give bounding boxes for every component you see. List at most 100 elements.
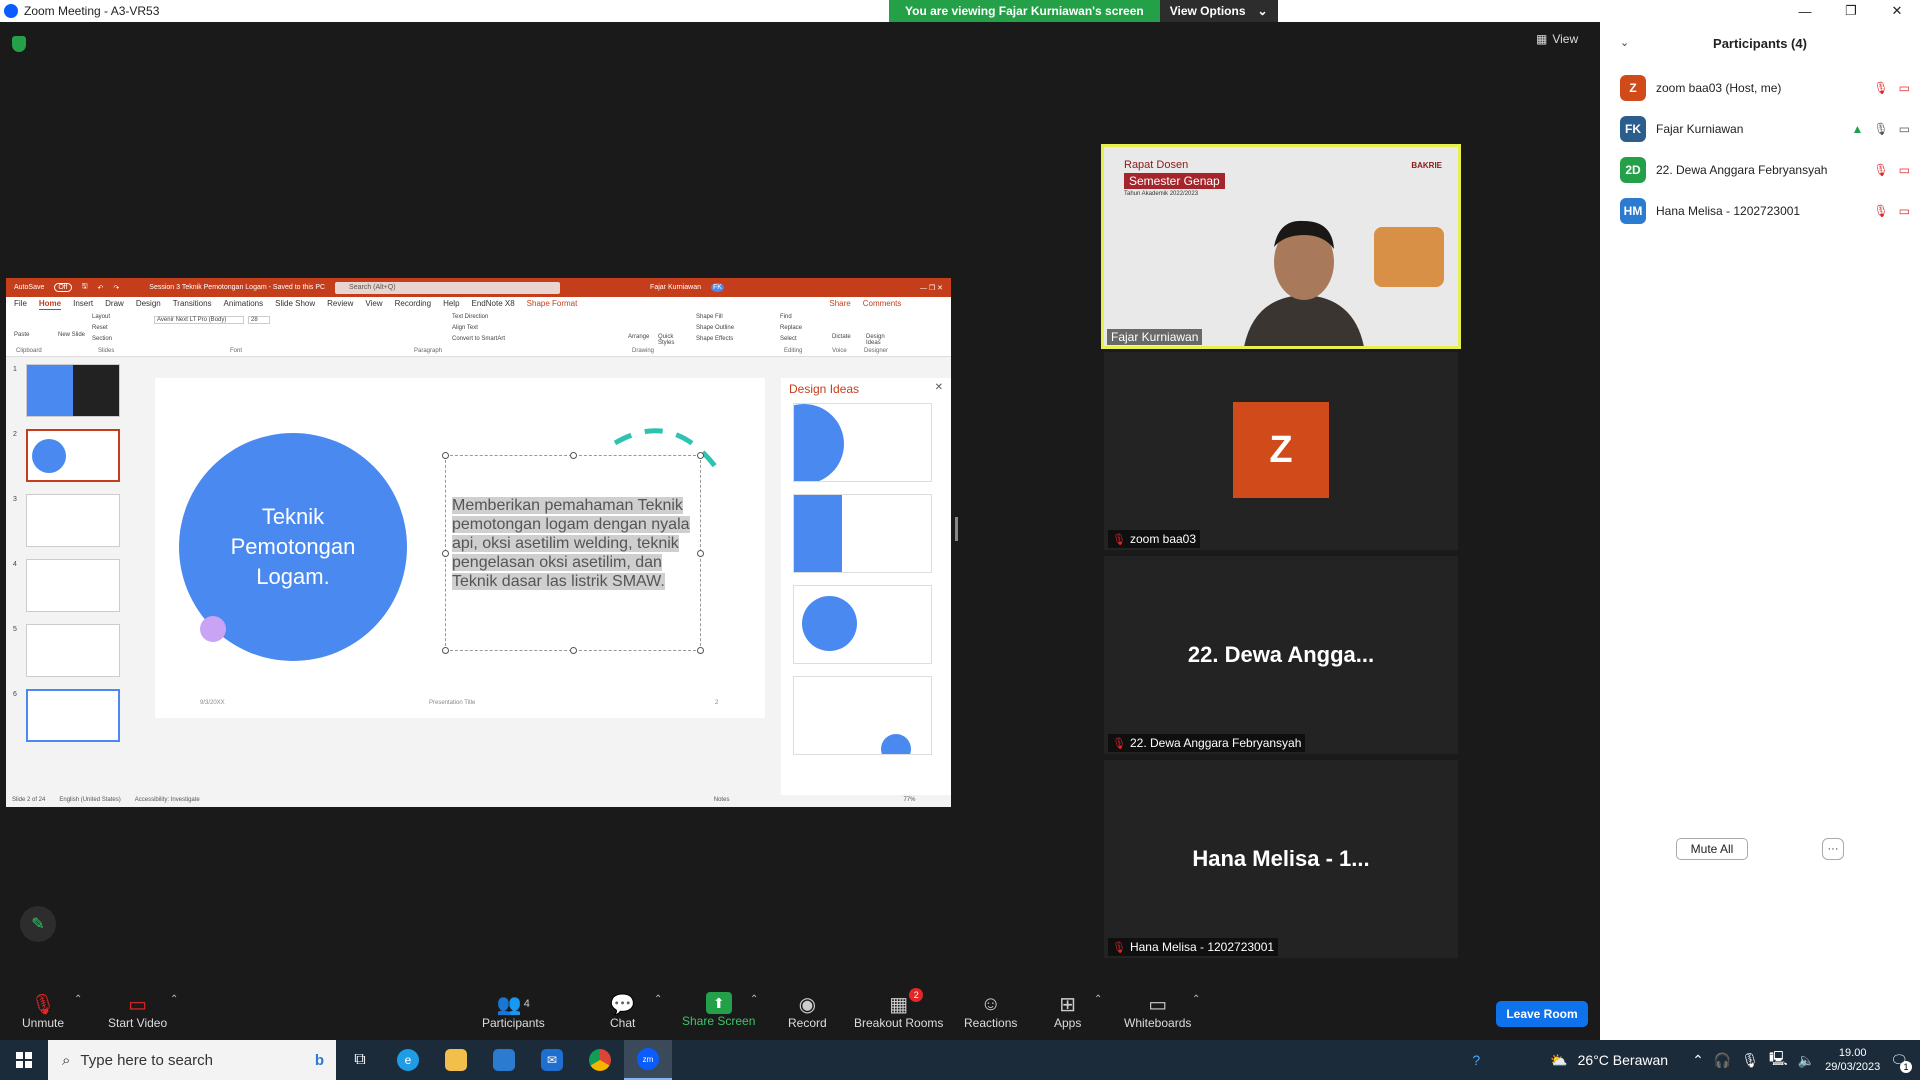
autosave-toggle: Off bbox=[54, 283, 72, 292]
apps-caret-icon[interactable]: ⌃ bbox=[1094, 994, 1102, 1005]
start-button[interactable] bbox=[0, 1040, 48, 1080]
meeting-toolbar: 🎙 Unmute ⌃ ▭ Start Video ⌃ 👥 4 Participants… bbox=[0, 980, 1600, 1040]
video-caret-icon[interactable]: ⌃ bbox=[170, 994, 178, 1005]
system-tray: ? ⛅ 26°C Berawan ⌃ 🎧 🎙 🖳 🔈 19.00 29/03/20… bbox=[1472, 1040, 1920, 1080]
ppt-tab: Design bbox=[135, 299, 161, 308]
participant-row[interactable]: Z zoom baa03 (Host, me) 🎙 ▭ bbox=[1620, 74, 1910, 102]
avatar: Z bbox=[1233, 402, 1329, 498]
mic-icon: 🎙 bbox=[1873, 122, 1889, 136]
mic-muted-icon: 🎙 bbox=[1112, 737, 1126, 750]
participant-row[interactable]: 2D 22. Dewa Anggara Febryansyah 🎙 ▭ bbox=[1620, 156, 1910, 184]
slide-number: 5 bbox=[13, 626, 17, 633]
status-icons: 🎙 ▭ bbox=[1873, 204, 1910, 218]
mic-tray-icon[interactable]: 🎙 bbox=[1741, 1052, 1759, 1069]
leave-room-button[interactable]: Leave Room bbox=[1496, 1001, 1588, 1027]
slide-thumbnail bbox=[26, 624, 120, 677]
meeting-area: ▦ View AutoSave Off 🖫 ↶ ↷ Session 3 Tekni… bbox=[0, 22, 1600, 980]
taskbar-search-text: Type here to search bbox=[80, 1051, 213, 1069]
participant-name: Hana Melisa - 1202723001 bbox=[1656, 204, 1801, 218]
mic-muted-icon: 🎙 bbox=[1112, 941, 1126, 954]
security-shield-icon[interactable] bbox=[12, 36, 26, 52]
slide-body-text: Memberikan pemahaman Teknik pemotongan l… bbox=[452, 497, 690, 590]
accessibility: Accessibility: Investigate bbox=[134, 797, 200, 803]
status-icons: 🎙 ▭ bbox=[1873, 81, 1910, 95]
help-icon[interactable]: ? bbox=[1472, 1052, 1480, 1068]
reset-label: Reset bbox=[92, 325, 108, 331]
folder-glyph bbox=[445, 1049, 467, 1071]
share-screen-button[interactable]: ⬆ Share Screen bbox=[682, 992, 755, 1028]
maximize-icon[interactable]: ❐ bbox=[1828, 0, 1874, 22]
record-button[interactable]: ◉ Record bbox=[788, 992, 827, 1031]
start-video-label: Start Video bbox=[108, 1016, 168, 1030]
edge-icon[interactable]: e bbox=[384, 1040, 432, 1080]
start-video-button[interactable]: ▭ Start Video bbox=[108, 992, 168, 1031]
video-tile[interactable]: Hana Melisa - 1... 🎙 Hana Melisa - 120272… bbox=[1104, 760, 1458, 958]
view-button[interactable]: ▦ View bbox=[1536, 32, 1578, 46]
ribbon-group-label: Designer bbox=[864, 348, 889, 354]
minimize-icon[interactable]: — bbox=[1782, 0, 1828, 22]
whiteboards-caret-icon[interactable]: ⌃ bbox=[1192, 994, 1200, 1005]
video-tile[interactable]: Z 🎙 zoom baa03 bbox=[1104, 352, 1458, 550]
unmute-button[interactable]: 🎙 Unmute bbox=[22, 992, 64, 1031]
breakout-rooms-button[interactable]: ▦ 2 Breakout Rooms bbox=[854, 988, 943, 1030]
chat-label: Chat bbox=[610, 1016, 636, 1030]
audio-caret-icon[interactable]: ⌃ bbox=[74, 994, 82, 1005]
record-label: Record bbox=[788, 1016, 827, 1030]
design-ideas-title: Design Ideas bbox=[789, 382, 860, 396]
share-caret-icon[interactable]: ⌃ bbox=[750, 994, 758, 1005]
chat-button[interactable]: 💬 Chat bbox=[610, 992, 636, 1031]
mic-muted-icon: 🎙 bbox=[1873, 204, 1889, 218]
headset-icon[interactable]: 🎧 bbox=[1714, 1052, 1731, 1069]
quick-styles-label: Quick Styles bbox=[658, 334, 675, 346]
mute-all-button[interactable]: Mute All bbox=[1676, 838, 1748, 860]
tray-chevron-icon[interactable]: ⌃ bbox=[1692, 1052, 1704, 1069]
participant-row[interactable]: HM Hana Melisa - 1202723001 🎙 ▭ bbox=[1620, 197, 1910, 225]
participant-row[interactable]: FK Fajar Kurniawan ▲ 🎙 ▭ bbox=[1620, 115, 1910, 143]
notes-label: Notes bbox=[713, 797, 730, 803]
store-icon[interactable] bbox=[480, 1040, 528, 1080]
ppt-tab: Transitions bbox=[172, 299, 212, 308]
clock[interactable]: 19.00 29/03/2023 bbox=[1825, 1046, 1880, 1074]
ppt-tab: Draw bbox=[105, 299, 124, 308]
more-options-button[interactable]: ··· bbox=[1822, 838, 1844, 860]
font-name-field: Avenir Next LT Pro (Body) bbox=[154, 316, 244, 324]
zoom-taskbar-icon[interactable]: zm bbox=[624, 1040, 672, 1080]
resize-handle bbox=[697, 647, 704, 654]
save-icon: 🖫 bbox=[81, 283, 88, 290]
mail-icon[interactable]: ✉ bbox=[528, 1040, 576, 1080]
paste-label: Paste bbox=[14, 332, 30, 338]
task-view-icon[interactable]: ⧉ bbox=[336, 1040, 384, 1080]
whiteboards-label: Whiteboards bbox=[1124, 1016, 1192, 1030]
weather-text[interactable]: 26°C Berawan bbox=[1578, 1052, 1668, 1068]
design-idea-card bbox=[793, 585, 932, 664]
network-icon[interactable]: 🖳 bbox=[1769, 1048, 1788, 1072]
notification-icon[interactable]: 🗨 1 bbox=[1890, 1052, 1912, 1073]
volume-icon[interactable]: 🔈 bbox=[1798, 1052, 1815, 1069]
slide-thumbnail bbox=[26, 364, 120, 417]
participants-button[interactable]: 👥 4 Participants bbox=[482, 992, 545, 1031]
close-icon[interactable]: ✕ bbox=[1874, 0, 1920, 22]
view-options-button[interactable]: View Options ⌄ bbox=[1159, 0, 1278, 22]
file-explorer-icon[interactable] bbox=[432, 1040, 480, 1080]
participants-label: Participants bbox=[482, 1016, 545, 1030]
shared-screen[interactable]: AutoSave Off 🖫 ↶ ↷ Session 3 Teknik Pemo… bbox=[6, 278, 951, 807]
splitter-handle[interactable] bbox=[955, 517, 958, 541]
reactions-button[interactable]: ☺ Reactions bbox=[964, 992, 1017, 1031]
apps-button[interactable]: ⊞ Apps bbox=[1054, 992, 1081, 1031]
chrome-icon[interactable] bbox=[576, 1040, 624, 1080]
slide-count: Slide 2 of 24 bbox=[12, 797, 46, 803]
slide-thumbnails: 1 2 3 4 5 6 bbox=[6, 358, 144, 788]
slide-number: 1 bbox=[13, 366, 17, 373]
taskbar-search[interactable]: ⌕ Type here to search b bbox=[48, 1040, 336, 1080]
whiteboards-button[interactable]: ▭ Whiteboards bbox=[1124, 992, 1192, 1031]
video-tile-active-speaker[interactable]: Rapat Dosen Semester Genap Tahun Akademi… bbox=[1101, 144, 1461, 349]
ribbon-group-label: Voice bbox=[832, 348, 847, 354]
annotate-pencil-icon[interactable]: ✎ bbox=[20, 906, 56, 942]
ppt-statusbar: Slide 2 of 24 English (United States) Ac… bbox=[6, 795, 951, 807]
participants-panel: ⌄ Participants (4) Z zoom baa03 (Host, m… bbox=[1600, 22, 1920, 1040]
chat-caret-icon[interactable]: ⌃ bbox=[654, 994, 662, 1005]
video-tile[interactable]: 22. Dewa Angga... 🎙 22. Dewa Anggara Febr… bbox=[1104, 556, 1458, 754]
slide-number: 6 bbox=[13, 691, 17, 698]
shape-effects-label: Shape Effects bbox=[696, 336, 734, 342]
current-slide: Teknik Pemotongan Logam. Memberikan pema… bbox=[155, 378, 765, 718]
